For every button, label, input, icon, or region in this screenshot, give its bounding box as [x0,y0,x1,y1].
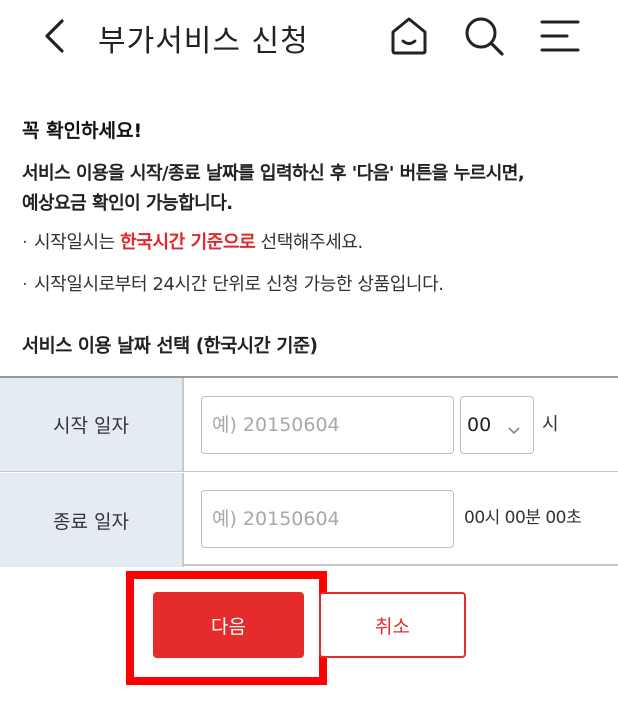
notice-title: 꼭 확인하세요! [22,120,143,142]
notice-bullets: · 시작일시는 한국시간 기준으로 선택해주세요. · 시작일시로부터 24시간 단… [22,228,612,312]
bullet-dot: · [22,274,28,295]
date-section-title: 서비스 이용 날짜 선택 (한국시간 기준) [22,336,318,357]
hour-unit-label: 시 [542,414,559,435]
date-form-table: 시작 일자 00 시 종료 일자 00시 00분 00초 [0,376,618,567]
chevron-down-icon [507,419,521,441]
end-time-text: 00시 00분 00초 [464,508,582,528]
bullet1-prefix: 시작일시는 [34,232,121,253]
notice-section: 꼭 확인하세요! 서비스 이용을 시작/종료 날짜를 입력하신 후 '다음' 버… [22,116,602,219]
start-hour-select[interactable]: 00 [460,396,534,454]
home-button[interactable] [387,16,431,60]
start-hour-value: 00 [467,414,492,436]
back-arrow-icon [42,18,66,58]
bullet1-suffix: 선택해주세요. [255,232,364,253]
notice-body: 서비스 이용을 시작/종료 날짜를 입력하신 후 '다음' 버튼을 누르시면, … [22,159,602,219]
cancel-button[interactable]: 취소 [319,592,466,658]
menu-icon [539,15,581,61]
bullet-item: · 시작일시로부터 24시간 단위로 신청 가능한 상품입니다. [22,270,612,300]
menu-button[interactable] [538,16,582,60]
start-date-row: 시작 일자 00 시 [0,378,618,472]
start-date-input[interactable] [201,396,454,454]
home-icon [388,15,430,61]
page-title: 부가서비스 신청 [98,24,309,59]
end-date-row: 종료 일자 00시 00분 00초 [0,473,618,567]
start-date-label: 시작 일자 [0,378,184,471]
end-date-input[interactable] [201,490,454,548]
next-button[interactable]: 다음 [153,592,304,658]
bullet-dot: · [22,232,28,253]
header-bar: 부가서비스 신청 [0,0,618,78]
search-icon [463,15,505,61]
notice-body-line1: 서비스 이용을 시작/종료 날짜를 입력하신 후 '다음' 버튼을 누르시면, [22,163,525,184]
search-button[interactable] [462,16,506,60]
back-button[interactable] [34,18,74,58]
end-date-label: 종료 일자 [0,473,184,567]
bullet-item: · 시작일시는 한국시간 기준으로 선택해주세요. [22,228,612,258]
bullet2-text: 시작일시로부터 24시간 단위로 신청 가능한 상품입니다. [34,274,444,295]
notice-body-line2: 예상요금 확인이 가능합니다. [22,193,233,214]
bullet1-highlight: 한국시간 기준으로 [120,232,256,253]
